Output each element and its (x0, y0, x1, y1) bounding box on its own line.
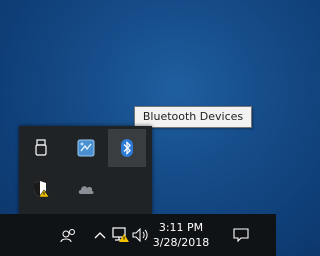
system-clock[interactable]: 3:11 PM 3/28/2018 (150, 217, 212, 255)
taskbar: 3:11 PM 3/28/2018 (0, 214, 276, 256)
network-app-icon[interactable] (67, 129, 105, 167)
clock-date: 3/28/2018 (152, 236, 210, 249)
security-shield-icon[interactable] (22, 170, 60, 208)
notification-overflow-tray (19, 126, 152, 214)
clock-time: 3:11 PM (158, 221, 204, 234)
people-icon[interactable] (55, 214, 83, 256)
chevron-up-icon[interactable] (91, 214, 109, 256)
network-warning-icon[interactable] (111, 214, 131, 256)
bluetooth-tooltip: Bluetooth Devices (134, 106, 252, 128)
onedrive-cloud-icon[interactable] (67, 170, 105, 208)
bluetooth-icon[interactable] (108, 129, 146, 167)
action-center-icon[interactable] (228, 214, 254, 256)
volume-icon[interactable] (130, 214, 152, 256)
usb-drive-icon[interactable] (22, 129, 60, 167)
